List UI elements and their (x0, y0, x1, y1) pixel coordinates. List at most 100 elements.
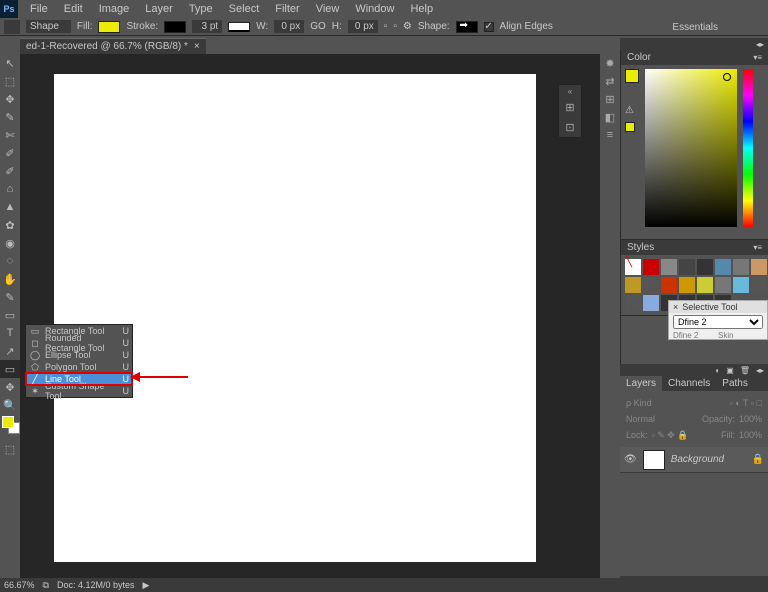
flyout-rounded-rectangle[interactable]: ◻Rounded Rectangle ToolU (26, 337, 132, 349)
menu-image[interactable]: Image (91, 1, 138, 17)
menu-type[interactable]: Type (181, 1, 221, 17)
menu-select[interactable]: Select (221, 1, 268, 17)
tool-preset-icon[interactable] (4, 20, 20, 34)
rstrip-actions-icon[interactable]: ⇄ (600, 72, 620, 90)
tool-blur[interactable]: ✋ (0, 270, 20, 288)
seltool-close-icon[interactable]: × (673, 302, 678, 312)
tool-type[interactable]: T (0, 324, 20, 342)
height-field[interactable]: 0 px (348, 20, 378, 33)
seltool-select[interactable]: Dfine 2 (673, 315, 763, 329)
color-swatches[interactable] (0, 414, 20, 440)
status-doc-info[interactable]: Doc: 4.12M/0 bytes (57, 580, 135, 590)
status-arrow-icon[interactable]: ⧉ (43, 580, 49, 591)
tab-layers[interactable]: Layers (620, 376, 662, 391)
custom-shape-preview[interactable]: ➡ (456, 21, 478, 33)
tool-crop[interactable]: ✄ (0, 126, 20, 144)
gear-icon[interactable]: ⚙ (403, 21, 412, 32)
tool-marquee[interactable]: ⬚ (0, 72, 20, 90)
tool-eraser[interactable]: ◉ (0, 234, 20, 252)
align-edges-checkbox[interactable]: ✓ (484, 22, 494, 32)
style-preset[interactable] (643, 295, 659, 311)
flyout-polygon[interactable]: ⬠Polygon ToolU (26, 361, 132, 373)
style-preset[interactable] (751, 259, 767, 275)
tool-move[interactable]: ↖ (0, 54, 20, 72)
color-fg-swatch[interactable] (625, 69, 639, 83)
style-preset[interactable] (625, 295, 641, 311)
tool-zoom[interactable]: 🔍 (0, 396, 20, 414)
layer-row[interactable]: 👁 Background 🔒 (620, 447, 768, 473)
style-preset[interactable] (733, 277, 749, 293)
close-tab-icon[interactable]: × (194, 41, 200, 52)
tool-wand[interactable]: ✎ (0, 108, 20, 126)
rstrip-more-icon[interactable]: ≡ (600, 126, 620, 144)
shape-mode-dropdown[interactable]: Shape (26, 20, 71, 33)
color-safe-swatch[interactable] (625, 122, 635, 132)
color-picker[interactable] (645, 69, 737, 227)
panel-menu-icon[interactable]: ▾≡ (753, 243, 762, 252)
tool-eyedropper[interactable]: ✐ (0, 144, 20, 162)
tool-path-select[interactable]: ↗ (0, 342, 20, 360)
style-preset[interactable] (679, 277, 695, 293)
tool-pen[interactable]: ▭ (0, 306, 20, 324)
flyout-ellipse[interactable]: ◯Ellipse ToolU (26, 349, 132, 361)
style-preset[interactable] (715, 277, 731, 293)
collapse-icon[interactable]: ◂▸ (756, 40, 764, 49)
canvas[interactable] (54, 74, 536, 562)
panel-menu-icon[interactable]: ▾≡ (753, 53, 762, 62)
flyout-custom-shape[interactable]: ✶Custom Shape ToolU (26, 385, 132, 397)
minidock-histogram-icon[interactable]: ⊞ (559, 97, 581, 117)
style-preset[interactable]: ╲ (625, 259, 641, 275)
stroke-width[interactable]: 3 pt (192, 20, 222, 33)
menu-filter[interactable]: Filter (267, 1, 307, 17)
stroke-swatch[interactable] (164, 21, 186, 33)
hue-slider[interactable] (743, 69, 753, 227)
layer-thumbnail[interactable] (643, 450, 665, 470)
minidock-navigator-icon[interactable]: ⊡ (559, 117, 581, 137)
status-expand-icon[interactable]: ▶ (143, 580, 150, 591)
menu-file[interactable]: File (22, 1, 56, 17)
adjustment-icon[interactable]: ◐ (715, 366, 720, 375)
tool-heal[interactable]: ✐ (0, 162, 20, 180)
layer-filter[interactable]: ρ Kind (626, 398, 652, 408)
path-arrange-icon[interactable]: ▫ (393, 21, 397, 32)
tool-lasso[interactable]: ✥ (0, 90, 20, 108)
minidock-collapse-icon[interactable]: « (559, 85, 581, 97)
tool-hand[interactable]: ✥ (0, 378, 20, 396)
style-preset[interactable] (679, 259, 695, 275)
path-align-icon[interactable]: ▫ (384, 21, 388, 32)
link-wh-icon[interactable]: GO (310, 21, 326, 32)
tab-paths[interactable]: Paths (716, 376, 754, 391)
opacity-value[interactable]: 100% (739, 414, 762, 424)
blend-mode[interactable]: Normal (626, 414, 655, 424)
menu-layer[interactable]: Layer (137, 1, 181, 17)
width-field[interactable]: 0 px (274, 20, 304, 33)
document-tab[interactable]: ed-1-Recovered @ 66.7% (RGB/8) * × (20, 38, 206, 54)
style-preset[interactable] (751, 277, 767, 293)
rstrip-history-icon[interactable]: ✸ (600, 54, 620, 72)
style-preset[interactable] (697, 277, 713, 293)
workspace-switcher[interactable]: Essentials (672, 22, 718, 33)
lock-icons[interactable]: ▫ ✎ ✥ 🔒 (652, 430, 689, 441)
style-preset[interactable] (715, 259, 731, 275)
menu-help[interactable]: Help (402, 1, 441, 17)
mask-icon[interactable]: ▣ (726, 366, 734, 375)
tool-dodge[interactable]: ✎ (0, 288, 20, 306)
collapse-icon[interactable]: ◂▸ (756, 366, 764, 375)
tool-stamp[interactable]: ▲ (0, 198, 20, 216)
style-preset[interactable] (733, 259, 749, 275)
tool-gradient[interactable]: ◌ (0, 252, 20, 270)
tab-channels[interactable]: Channels (662, 376, 716, 391)
style-preset[interactable] (697, 259, 713, 275)
style-preset[interactable] (661, 259, 677, 275)
stroke-type[interactable] (228, 22, 250, 32)
tool-quickmask[interactable]: ⬚ (0, 440, 20, 458)
menu-view[interactable]: View (308, 1, 348, 17)
style-preset[interactable] (643, 259, 659, 275)
zoom-level[interactable]: 66.67% (4, 580, 35, 590)
filter-icons[interactable]: ▫ ◐ T ▫ □ (730, 398, 762, 408)
fill-swatch[interactable] (98, 21, 120, 33)
menu-window[interactable]: Window (347, 1, 402, 17)
tool-history-brush[interactable]: ✿ (0, 216, 20, 234)
trash-icon[interactable]: 🗑 (740, 366, 750, 375)
fill-value[interactable]: 100% (739, 430, 762, 440)
